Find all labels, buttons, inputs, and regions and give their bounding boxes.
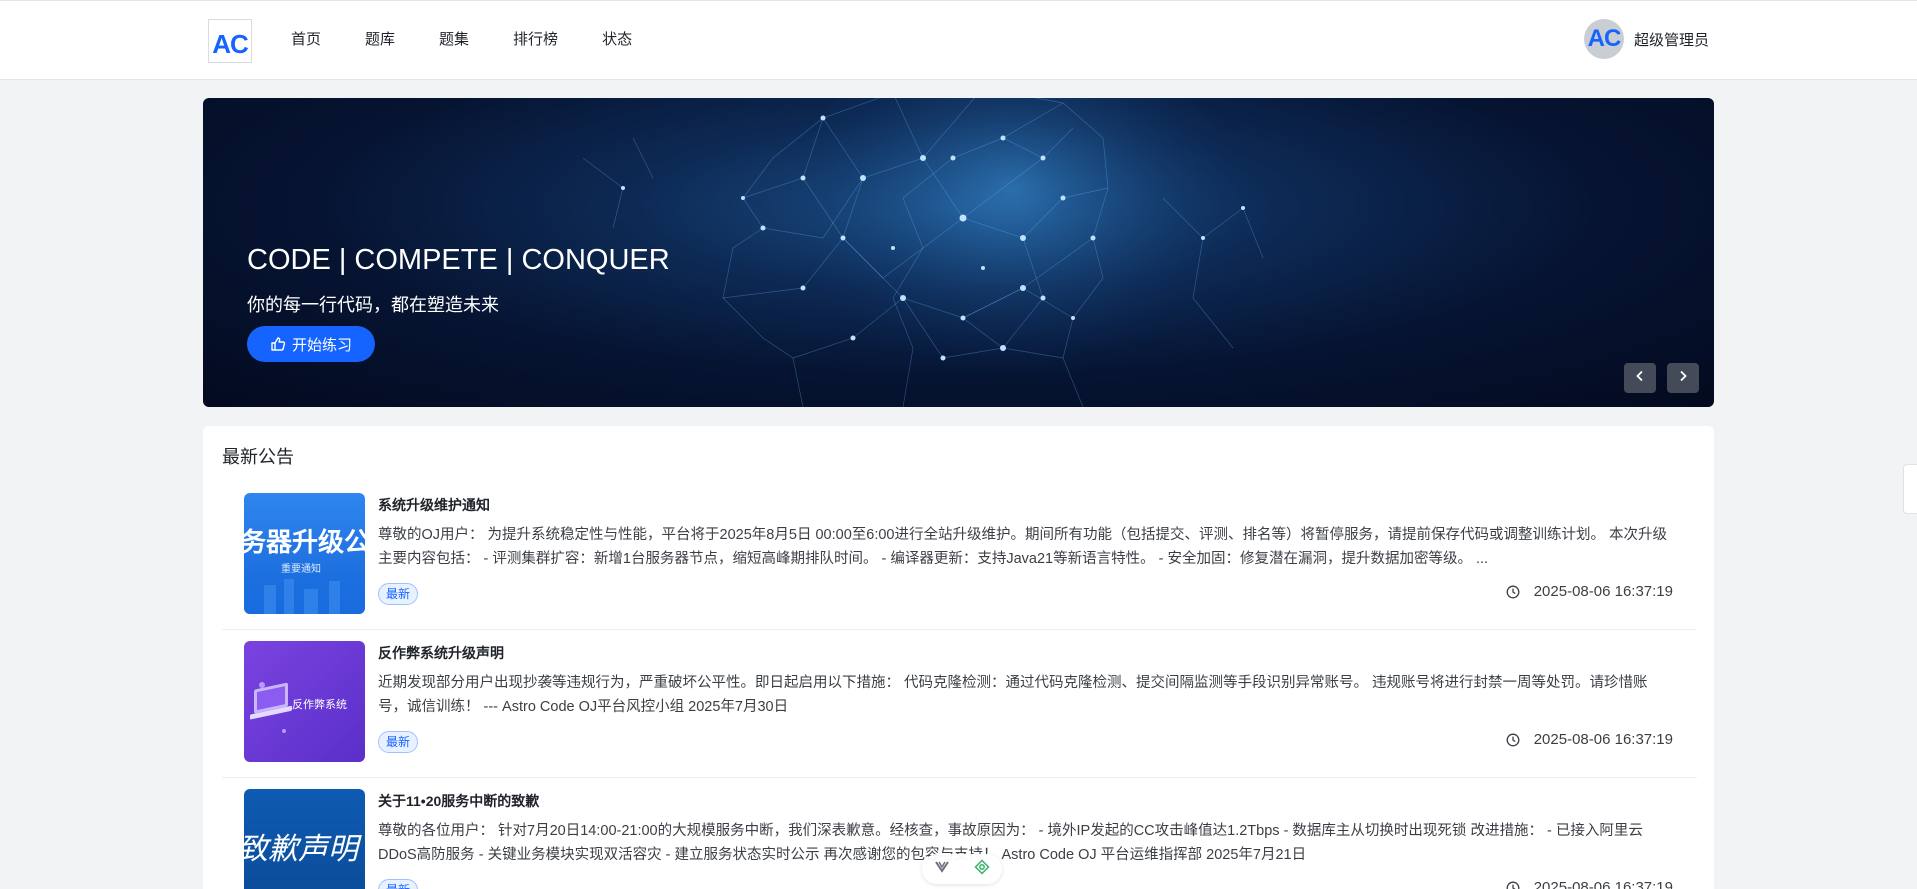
announcement-title[interactable]: 关于11•20服务中断的致歉 bbox=[378, 791, 539, 811]
announcement-thumbnail: 致歉声明 bbox=[244, 789, 365, 889]
announcement-title[interactable]: 系统升级维护通知 bbox=[378, 495, 490, 515]
announcement-thumbnail: 务器升级公 重要通知 bbox=[244, 493, 365, 614]
thumb-caption: 致歉声明 bbox=[244, 832, 362, 867]
new-badge: 最新 bbox=[378, 583, 419, 605]
announcement-item[interactable]: 反作弊系统 反作弊系统升级声明 近期发现部分用户出现抄袭等违规行为，严重破坏公平… bbox=[222, 630, 1697, 778]
new-badge: 最新 bbox=[378, 879, 419, 889]
nav-problem-sets[interactable]: 题集 bbox=[439, 29, 469, 51]
clock-icon bbox=[1506, 585, 1520, 599]
new-badge: 最新 bbox=[378, 731, 419, 753]
hero-title: CODE | COMPETE | CONQUER bbox=[247, 244, 670, 276]
announcement-thumbnail: 反作弊系统 bbox=[244, 641, 365, 762]
hero-subtitle: 你的每一行代码，都在塑造未来 bbox=[247, 295, 499, 315]
start-practice-label: 开始练习 bbox=[291, 336, 352, 354]
carousel-next-button[interactable] bbox=[1667, 363, 1699, 393]
nav-problems[interactable]: 题库 bbox=[365, 29, 395, 51]
nav-status[interactable]: 状态 bbox=[602, 29, 632, 51]
clock-icon bbox=[1506, 881, 1520, 889]
chevron-left-icon bbox=[1634, 369, 1646, 387]
user-menu[interactable]: AC 超级管理员 bbox=[1583, 19, 1709, 59]
announcement-time: 2025-08-06 16:37:19 bbox=[1506, 583, 1673, 600]
announcement-time-text: 2025-08-06 16:37:19 bbox=[1533, 731, 1673, 748]
thumb-caption: 务器升级公 bbox=[244, 527, 365, 558]
nav-leaderboard[interactable]: 排行榜 bbox=[513, 29, 558, 51]
carousel-prev-button[interactable] bbox=[1624, 363, 1656, 393]
announcement-body: 尊敬的OJ用户： 为提升系统稳定性与性能，平台将于2025年8月5日 00:00… bbox=[378, 527, 1667, 567]
hero-carousel: CODE | COMPETE | CONQUER 你的每一行代码，都在塑造未来 … bbox=[203, 98, 1714, 407]
site-logo[interactable]: AC bbox=[208, 19, 252, 63]
avatar[interactable]: AC bbox=[1583, 19, 1624, 59]
announcements-panel: 最新公告 务器升级公 重要通知 系统升级维护通知 尊敬的OJ用户： 为提升系统稳… bbox=[203, 426, 1714, 889]
thumb-subcaption: 重要通知 bbox=[281, 562, 321, 575]
thumbs-up-icon bbox=[270, 336, 286, 352]
top-navbar: AC 首页 题库 题集 排行榜 状态 AC 超级管理员 bbox=[0, 0, 1917, 80]
announcements-title: 最新公告 bbox=[222, 447, 294, 467]
start-practice-button[interactable]: 开始练习 bbox=[247, 326, 375, 362]
announcement-time-text: 2025-08-06 16:37:19 bbox=[1533, 583, 1673, 600]
announcement-body: 近期发现部分用户出现抄袭等违规行为，严重破坏公平性。即日起启用以下措施： 代码克… bbox=[378, 675, 1648, 715]
announcement-title[interactable]: 反作弊系统升级声明 bbox=[378, 643, 504, 663]
announcement-time: 2025-08-06 16:37:19 bbox=[1506, 879, 1673, 889]
main-nav: 首页 题库 题集 排行榜 状态 bbox=[291, 29, 676, 51]
side-drawer-handle[interactable] bbox=[1903, 464, 1917, 514]
announcement-time: 2025-08-06 16:37:19 bbox=[1506, 731, 1673, 748]
floating-toolbar[interactable] bbox=[922, 854, 1002, 884]
announcement-item[interactable]: 务器升级公 重要通知 系统升级维护通知 尊敬的OJ用户： 为提升系统稳定性与性能… bbox=[222, 482, 1697, 630]
target-icon[interactable] bbox=[974, 858, 990, 880]
announcement-time-text: 2025-08-06 16:37:19 bbox=[1533, 879, 1673, 889]
announcement-body: 尊敬的各位用户： 针对7月20日14:00-21:00的大规模服务中断，我们深表… bbox=[378, 823, 1643, 863]
collapse-icon[interactable] bbox=[934, 860, 950, 879]
chevron-right-icon bbox=[1677, 369, 1689, 387]
thumb-caption: 反作弊系统 bbox=[292, 698, 347, 711]
clock-icon bbox=[1506, 733, 1520, 747]
nav-home[interactable]: 首页 bbox=[291, 29, 321, 51]
user-name[interactable]: 超级管理员 bbox=[1634, 29, 1709, 50]
